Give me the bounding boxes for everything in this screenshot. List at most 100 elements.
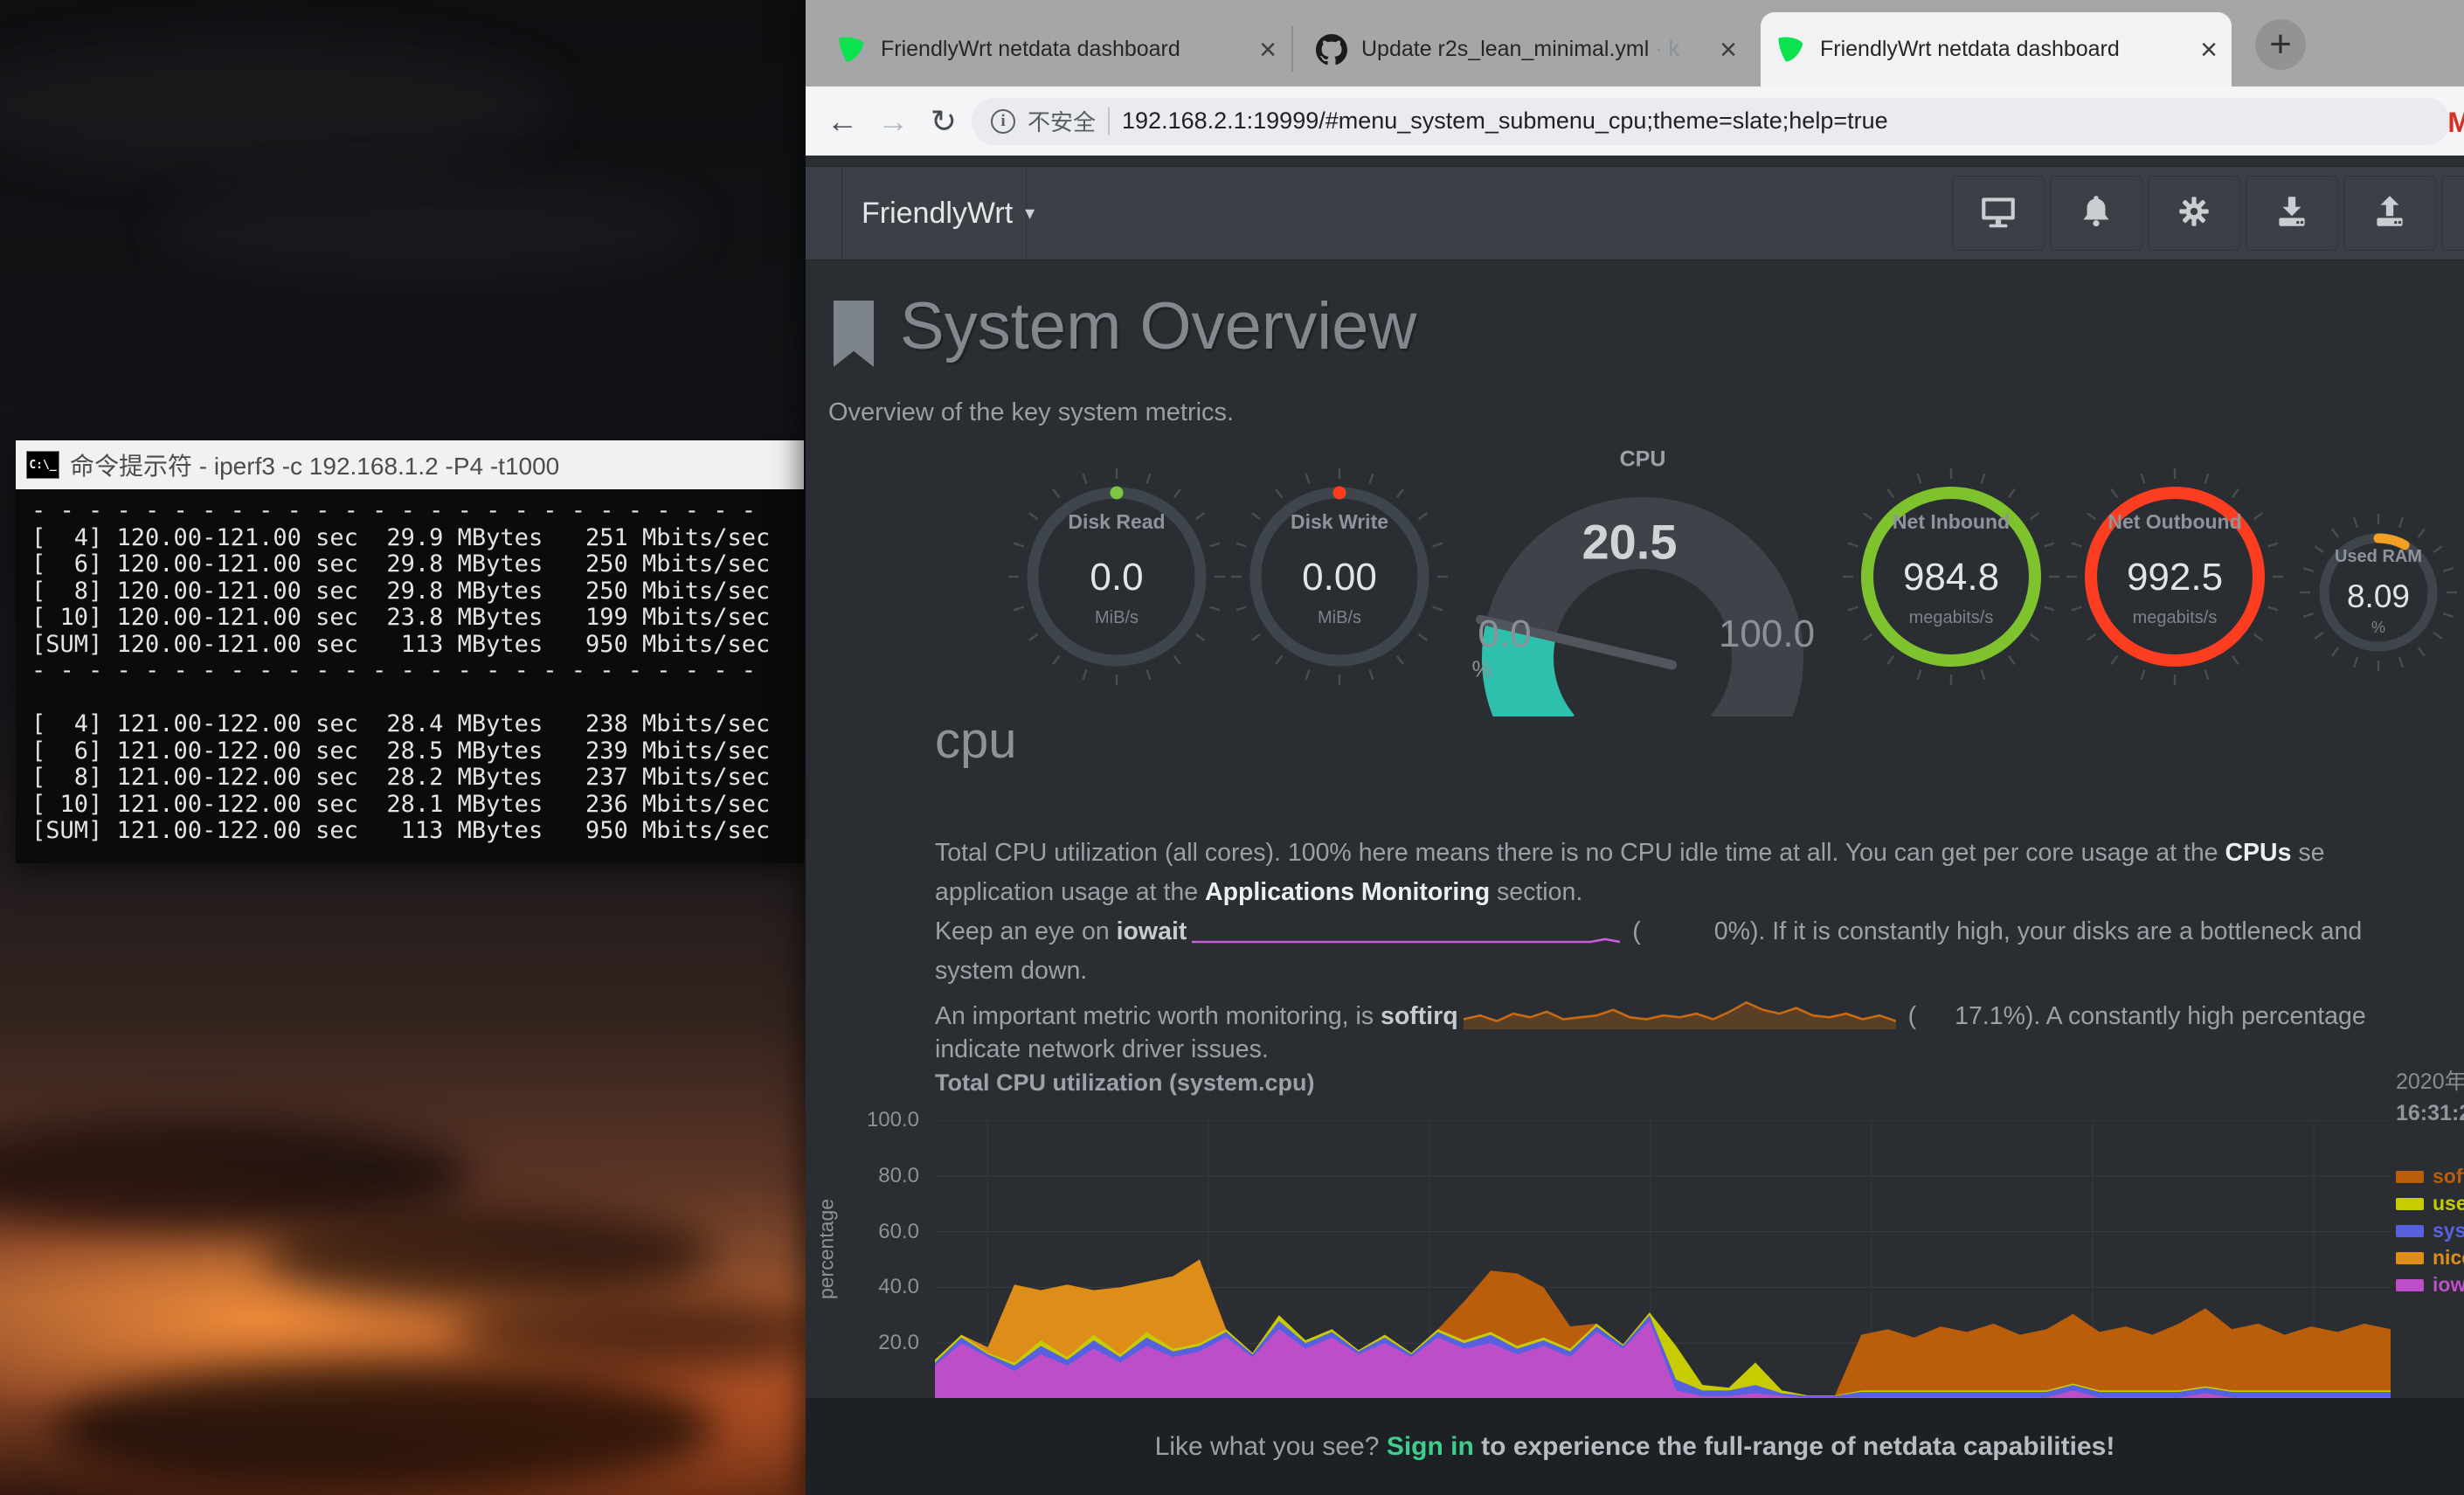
terminal-line: [ 10] 120.00-121.00 sec 23.8 MBytes 199 …	[31, 605, 804, 632]
bookmark-icon	[834, 301, 874, 367]
chart-title: Total CPU utilization (system.cpu)	[935, 1069, 1315, 1097]
signin-text: Like what you see? Sign in to experience…	[1155, 1432, 2115, 1462]
legend-swatch	[2396, 1279, 2424, 1291]
download-icon	[2272, 191, 2312, 236]
chart-legend: 2020年3 16:31:2 softirq user system nice …	[2396, 1064, 2464, 1298]
text-segment: ). If it is constantly high, your disks …	[1750, 917, 2362, 945]
gauge-value: 992.5	[2044, 556, 2306, 599]
netdata-navbar: FriendlyWrt ▾	[806, 166, 2464, 260]
text-segment: An important metric worth monitoring, is	[935, 1002, 1381, 1030]
legend-item-user[interactable]: user	[2396, 1190, 2464, 1217]
gauge-net-inbound[interactable]: Net Inbound 984.8 megabits/s	[1820, 446, 2082, 708]
tab-title: FriendlyWrt netdata dashboard	[1820, 37, 2191, 62]
navbar-cell-partial	[2441, 176, 2464, 251]
legend-item-iowait[interactable]: iowait	[2396, 1271, 2464, 1298]
gauge-title: Used RAM	[2287, 547, 2464, 567]
page-title: System Overview	[900, 288, 1416, 364]
monitor-icon	[1978, 191, 2018, 236]
inline-link[interactable]: CPUs	[2225, 839, 2291, 867]
chart-y-axis-label: percentage	[815, 1153, 839, 1346]
legend-swatch	[2396, 1225, 2424, 1237]
cmd-icon: C:\_	[26, 451, 59, 479]
text-segment: application usage at the	[935, 878, 1205, 906]
gauge-net-outbound[interactable]: Net Outbound 992.5 megabits/s	[2044, 446, 2306, 708]
gauge-min: 0.0	[1478, 613, 1531, 656]
address-bar[interactable]: i 不安全 192.168.2.1:19999/#menu_system_sub…	[972, 98, 2450, 145]
tab-close-icon[interactable]: ×	[1720, 35, 1737, 65]
forward-button[interactable]: →	[870, 103, 916, 140]
text-segment: ). A constantly high percentage	[2025, 1002, 2366, 1030]
legend-item-nice[interactable]: nice	[2396, 1244, 2464, 1271]
gauge-cpu[interactable]: CPU 20.5 0.0 100.0 %	[1442, 444, 1844, 716]
gauge-unit: MiB/s	[1208, 608, 1471, 628]
monitor-icon-button[interactable]	[1952, 176, 2045, 251]
terminal-window[interactable]: C:\_ 命令提示符 - iperf3 -c 192.168.1.2 -P4 -…	[16, 440, 804, 863]
terminal-line	[31, 685, 804, 712]
page-subtitle: Overview of the key system metrics.	[828, 398, 1234, 427]
cpu-gauge-dial	[1442, 444, 1844, 716]
gauge-used-ram[interactable]: Used RAM 8.09 %	[2287, 501, 2464, 684]
legend-date: 2020年3	[2396, 1064, 2464, 1096]
gauge-value: 20.5	[1582, 514, 1678, 571]
inline-link[interactable]: Applications Monitoring	[1205, 878, 1490, 906]
legend-item-system[interactable]: system	[2396, 1217, 2464, 1244]
host-dropdown[interactable]: FriendlyWrt ▾	[862, 167, 1035, 260]
cloud-shape	[157, 175, 699, 280]
browser-tab[interactable]: Update r2s_lean_minimal.yml · k×	[1302, 12, 1751, 87]
cpu-description: Total CPU utilization (all cores). 100% …	[935, 839, 2464, 1075]
gauge-max: 100.0	[1719, 613, 1815, 656]
upload-icon-button[interactable]	[2343, 176, 2436, 251]
y-axis-tick: 100.0	[823, 1108, 919, 1132]
terminal-line: [ 8] 121.00-122.00 sec 28.2 MBytes 237 M…	[31, 765, 804, 792]
url-text[interactable]: 192.168.2.1:19999/#menu_system_submenu_c…	[1122, 107, 1888, 135]
browser-window[interactable]: FriendlyWrt netdata dashboard×Update r2s…	[806, 0, 2464, 1495]
description-line: An important metric worth monitoring, is…	[935, 996, 2464, 1035]
gauge-value: 8.09	[2287, 578, 2464, 615]
security-label: 不安全	[1028, 105, 1096, 137]
description-line: Keep an eye on iowait (0%). If it is con…	[935, 917, 2464, 957]
browser-tabstrip[interactable]: FriendlyWrt netdata dashboard×Update r2s…	[806, 0, 2464, 87]
legend-item-softirq[interactable]: softirq	[2396, 1163, 2464, 1190]
download-icon-button[interactable]	[2246, 176, 2338, 251]
terminal-output[interactable]: - - - - - - - - - - - - - - - - - - - - …	[16, 489, 804, 863]
browser-tab[interactable]: FriendlyWrt netdata dashboard×	[821, 12, 1291, 87]
reload-button[interactable]: ↻	[921, 103, 966, 140]
tab-close-icon[interactable]: ×	[1259, 35, 1277, 65]
legend-label: system	[2433, 1219, 2464, 1242]
extension-badge[interactable]: M	[2447, 107, 2464, 139]
tab-close-icon[interactable]: ×	[2200, 35, 2218, 65]
terminal-line: [ 4] 121.00-122.00 sec 28.4 MBytes 238 M…	[31, 711, 804, 738]
terminal-line: - - - - - - - - - - - - - - - - - - - - …	[31, 498, 804, 525]
back-button[interactable]: ←	[820, 103, 865, 140]
gauge-title: Net Inbound	[1820, 510, 2082, 534]
legend-swatch	[2396, 1252, 2424, 1264]
netdata-page: FriendlyWrt ▾ System Overview Overview o…	[806, 156, 2464, 1495]
terminal-titlebar[interactable]: C:\_ 命令提示符 - iperf3 -c 192.168.1.2 -P4 -…	[16, 440, 804, 489]
cpu-utilization-chart[interactable]	[935, 1120, 2391, 1399]
browser-tab[interactable]: FriendlyWrt netdata dashboard ×	[1761, 12, 2232, 87]
legend-label: softirq	[2433, 1165, 2464, 1188]
softirq-sparkline	[1458, 1002, 1901, 1030]
legend-label: nice	[2433, 1246, 2464, 1270]
gear-icon-button[interactable]	[2148, 176, 2240, 251]
gauge-disk-write[interactable]: Disk Write 0.00 MiB/s	[1208, 446, 1471, 708]
bell-icon-button[interactable]	[2050, 176, 2142, 251]
cloud-shape	[262, 1206, 716, 1302]
sign-in-link[interactable]: Sign in	[1387, 1432, 1474, 1461]
navbar-divider	[841, 167, 842, 260]
terminal-line: - - - - - - - - - - - - - - - - - - - - …	[31, 658, 804, 685]
text-segment: (	[1901, 1002, 1916, 1030]
text-segment: softirq	[1381, 1002, 1458, 1030]
host-name: FriendlyWrt	[862, 197, 1013, 231]
gauge-title: Net Outbound	[2044, 510, 2306, 534]
gauge-value: 0.00	[1208, 556, 1471, 599]
legend-swatch	[2396, 1198, 2424, 1210]
bell-icon	[2076, 191, 2116, 236]
description-line: application usage at the Applications Mo…	[935, 878, 2464, 917]
site-info-icon[interactable]: i	[991, 109, 1015, 134]
legend-items: softirq user system nice iowait	[2396, 1163, 2464, 1298]
netdata-favicon	[835, 34, 867, 66]
terminal-line: [ 10] 121.00-122.00 sec 28.1 MBytes 236 …	[31, 792, 804, 819]
gauge-value: 984.8	[1820, 556, 2082, 599]
new-tab-button[interactable]: +	[2255, 19, 2306, 70]
